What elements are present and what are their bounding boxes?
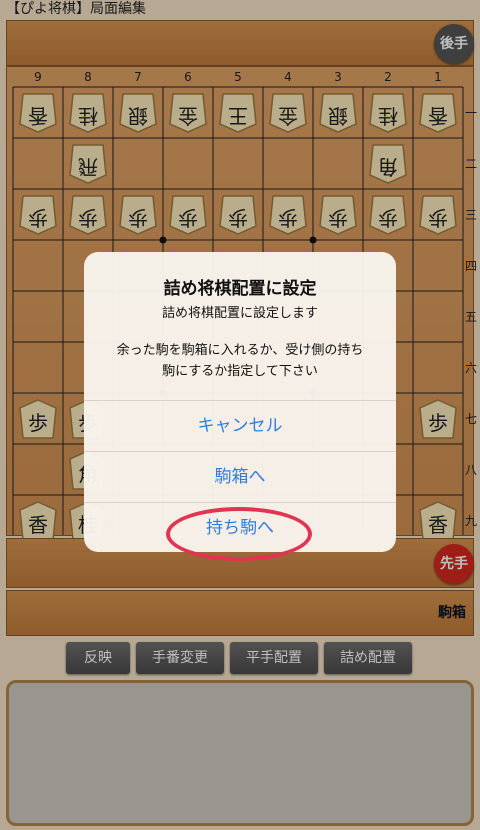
dialog-title: 詰め将棋配置に設定 — [163, 279, 317, 299]
highlight-circle — [166, 507, 312, 561]
dialog-message: 余った駒を駒箱に入れるか、受け側の持ち 駒にするか指定して下さい — [98, 340, 382, 382]
cancel-button[interactable]: キャンセル — [84, 400, 396, 451]
to-komabako-button[interactable]: 駒箱へ — [84, 451, 396, 502]
dialog-message-line1: 余った駒を駒箱に入れるか、受け側の持ち — [116, 343, 364, 358]
dialog-subtitle: 詰め将棋配置に設定します — [161, 306, 318, 321]
dialog-message-line2: 駒にするか指定して下さい — [162, 364, 318, 379]
